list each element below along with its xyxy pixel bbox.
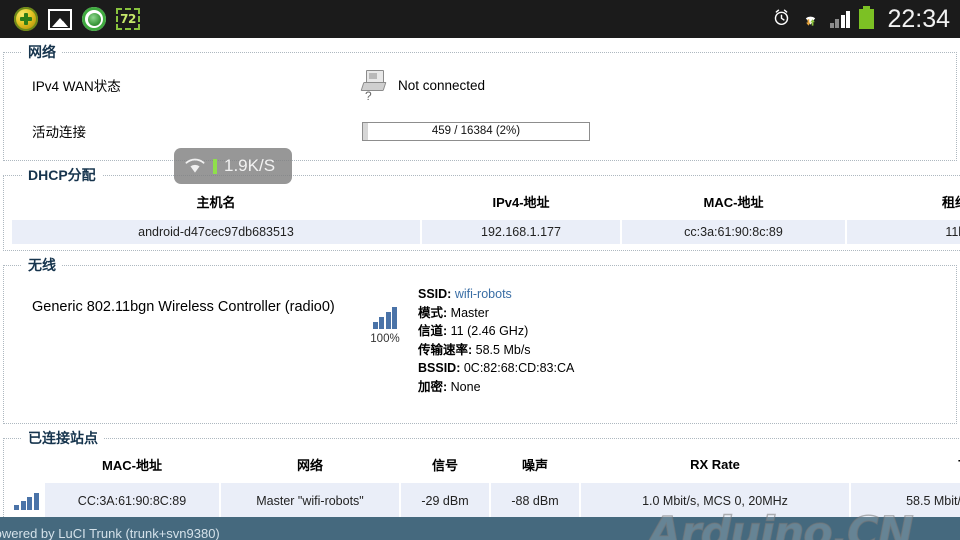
stations-section-legend: 已连接站点: [28, 430, 98, 446]
wan-status-value: ? Not connected: [360, 70, 486, 103]
wireless-label-bssid: BSSID:: [418, 361, 461, 375]
dhcp-section: DHCP分配 主机名 IPv4-地址 MAC-地址 租约剩余时间 android…: [3, 165, 960, 251]
wireless-value-ssid[interactable]: wifi-robots: [455, 287, 512, 301]
wireless-radio-block: Generic 802.11bgn Wireless Controller (r…: [10, 275, 950, 417]
wireless-field-encryption: 加密: None: [418, 378, 574, 397]
dhcp-table-header-row: 主机名 IPv4-地址 MAC-地址 租约剩余时间: [11, 185, 960, 220]
status-bar-system-icons: 22:34: [772, 4, 950, 33]
dhcp-cell-mac: cc:3a:61:90:8c:89: [620, 220, 847, 244]
wireless-field-mode: 模式: Master: [418, 304, 574, 323]
stations-header-rx-rate: RX Rate: [580, 448, 850, 483]
wireless-label-bitrate: 传输速率:: [418, 342, 473, 357]
dhcp-table: 主机名 IPv4-地址 MAC-地址 租约剩余时间 android-d47cec…: [10, 185, 960, 244]
wireless-label-ssid: SSID:: [418, 287, 452, 301]
progress-text: 459 / 16384 (2%): [431, 125, 521, 137]
active-connections-row: 活动连接 459 / 16384 (2%): [10, 108, 950, 154]
dhcp-header-ipv4: IPv4-地址: [421, 185, 621, 220]
stations-cell-network[interactable]: Master "wifi-robots": [219, 483, 401, 518]
dhcp-cell-hostname: android-d47cec97db683513: [10, 220, 422, 244]
dhcp-header-hostname: 主机名: [11, 185, 421, 220]
luci-overview-page: 1.9K/S 网络 IPv4 WAN状态 ? Not connected 活动连…: [0, 38, 960, 540]
wireless-section: 无线 Generic 802.11bgn Wireless Controller…: [3, 255, 957, 424]
footer-text: Powered by LuCI Trunk (trunk+svn9380): [0, 526, 220, 540]
wan-status-row: IPv4 WAN状态 ? Not connected: [10, 62, 950, 108]
stations-header-noise: 噪声: [490, 448, 580, 483]
wireless-signal-meter: 100%: [362, 285, 408, 345]
wireless-field-bitrate: 传输速率: 58.5 Mb/s: [418, 341, 574, 360]
network-section-legend: 网络: [28, 44, 56, 60]
wireless-value-encryption: None: [450, 379, 481, 394]
signal-bars-icon: [14, 488, 39, 510]
stations-section: 已连接站点 MAC-地址 网络 信号 噪声 RX Rate TX Rate: [3, 428, 960, 525]
signal-bars-icon: [362, 307, 408, 329]
dhcp-header-lease: 租约剩余时间: [846, 185, 960, 220]
network-speed-widget[interactable]: 1.9K/S: [174, 148, 292, 184]
active-connections-label: 活动连接: [32, 125, 86, 140]
wifi-transfer-icon: [800, 8, 821, 30]
wireless-value-bitrate: 58.5 Mb/s: [475, 342, 531, 357]
wan-status-text: Not connected: [398, 77, 486, 93]
dashed-number-badge-icon[interactable]: 72: [116, 8, 140, 30]
android-status-bar: 72 22:34: [0, 0, 960, 38]
stations-header-mac: MAC-地址: [44, 448, 220, 483]
wan-not-connected: ? Not connected: [360, 70, 486, 103]
stations-cell-rx-rate: 1.0 Mbit/s, MCS 0, 20MHz: [579, 483, 851, 518]
wireless-value-channel: 11 (2.46 GHz): [450, 324, 529, 338]
stations-header-spacer: [10, 448, 44, 483]
wireless-field-bssid: BSSID: 0C:82:68:CD:83:CA: [418, 359, 574, 378]
status-bar-notification-icons[interactable]: 72: [14, 7, 140, 31]
wireless-fields: SSID: wifi-robots 模式: Master 信道: 11 (2.4…: [418, 285, 574, 396]
wan-status-label: IPv4 WAN状态: [32, 79, 121, 94]
stations-header-signal: 信号: [400, 448, 490, 483]
active-connections-value: 459 / 16384 (2%): [362, 121, 590, 141]
dhcp-cell-lease: 11h 57m 23s: [845, 220, 960, 244]
stations-table: MAC-地址 网络 信号 噪声 RX Rate TX Rate CC:3A:61…: [10, 448, 960, 518]
speed-indicator-bar: [213, 158, 217, 174]
dhcp-section-legend: DHCP分配: [28, 167, 96, 183]
wireless-field-ssid: SSID: wifi-robots: [418, 285, 574, 304]
table-row: android-d47cec97db683513 192.168.1.177 c…: [10, 220, 960, 244]
wireless-label-channel: 信道:: [418, 324, 448, 338]
status-bar-clock: 22:34: [887, 4, 950, 33]
wireless-section-legend: 无线: [28, 257, 56, 273]
plus-badge-icon[interactable]: [14, 7, 38, 31]
stations-cell-signal-icon: [10, 483, 44, 518]
stations-table-header-row: MAC-地址 网络 信号 噪声 RX Rate TX Rate: [10, 448, 960, 483]
wireless-controller-name: Generic 802.11bgn Wireless Controller (r…: [32, 299, 335, 315]
dhcp-header-mac: MAC-地址: [621, 185, 846, 220]
wireless-value-mode: Master: [450, 305, 489, 320]
stations-header-tx-rate: TX Rate: [850, 448, 960, 483]
stations-header-network: 网络: [220, 448, 400, 483]
disconnected-computer-icon: ?: [360, 70, 388, 103]
wireless-signal-percent: 100%: [370, 333, 400, 345]
speed-value: 1.9K/S: [224, 156, 276, 175]
signal-bars-icon: [829, 10, 851, 28]
alarm-icon: [772, 8, 791, 30]
page-footer: Powered by LuCI Trunk (trunk+svn9380): [0, 517, 960, 540]
stations-cell-signal: -29 dBm: [399, 483, 491, 518]
table-row: CC:3A:61:90:8C:89 Master "wifi-robots" -…: [10, 483, 960, 518]
wireless-value-bssid: 0C:82:68:CD:83:CA: [463, 361, 575, 375]
battery-icon: [859, 6, 875, 29]
wifi-icon: [185, 158, 205, 173]
dhcp-cell-ipv4: 192.168.1.177: [420, 220, 622, 244]
network-section: 网络 IPv4 WAN状态 ? Not connected 活动连接 459 /…: [3, 42, 957, 161]
green-sync-icon[interactable]: [82, 7, 106, 31]
gallery-icon[interactable]: [48, 8, 72, 30]
wireless-field-channel: 信道: 11 (2.46 GHz): [418, 322, 574, 341]
stations-cell-noise: -88 dBm: [489, 483, 581, 518]
wireless-label-mode: 模式:: [418, 305, 448, 320]
stations-cell-mac: CC:3A:61:90:8C:89: [43, 483, 221, 518]
stations-cell-tx-rate: 58.5 Mbit/s, MCS 6, 20MHz: [849, 483, 960, 518]
wireless-detail: 100% SSID: wifi-robots 模式: Master 信道: 11…: [362, 285, 574, 396]
active-connections-progressbar: 459 / 16384 (2%): [362, 121, 590, 141]
wireless-label-encryption: 加密:: [418, 379, 448, 394]
